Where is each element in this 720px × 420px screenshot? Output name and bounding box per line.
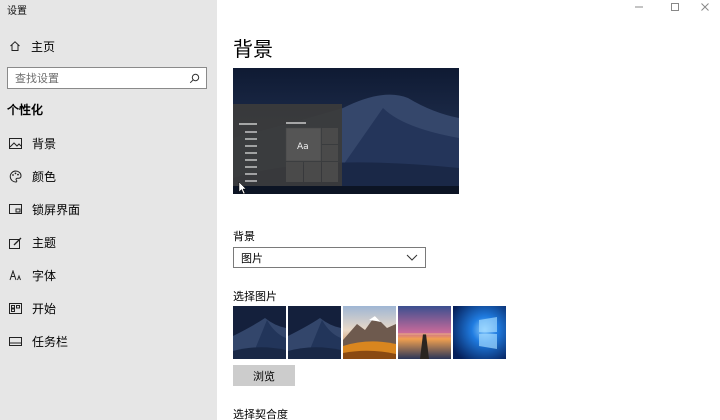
- nav-list: 背景 颜色 锁屏界面 主题 字体 开始 任务栏: [0, 127, 217, 358]
- background-dropdown[interactable]: 图片: [233, 247, 426, 268]
- sidebar-item-lockscreen[interactable]: 锁屏界面: [0, 193, 217, 226]
- sidebar-item-start[interactable]: 开始: [0, 292, 217, 325]
- search-input[interactable]: 查找设置: [15, 70, 188, 86]
- start-icon: [8, 302, 22, 316]
- nav-home-label: 主页: [31, 39, 56, 54]
- close-icon[interactable]: [690, 0, 720, 14]
- background-preview: Aa: [233, 68, 459, 194]
- thumbnail-mountain-sunset[interactable]: [343, 306, 396, 359]
- thumbnail-desert-night-2[interactable]: [288, 306, 341, 359]
- font-icon: [8, 269, 22, 283]
- nav-home[interactable]: 主页: [0, 34, 217, 58]
- app-title: 设置: [7, 6, 27, 17]
- background-label: 背景: [233, 230, 255, 243]
- background-dropdown-value: 图片: [241, 251, 263, 265]
- choose-fit-label: 选择契合度: [233, 408, 288, 420]
- sidebar-item-label: 开始: [32, 302, 57, 316]
- palette-icon: [8, 170, 22, 184]
- thumbnail-pier-sunset[interactable]: [398, 306, 451, 359]
- sidebar-item-background[interactable]: 背景: [0, 127, 217, 160]
- search-icon[interactable]: [188, 72, 200, 84]
- preview-sample-text: Aa: [297, 142, 309, 152]
- theme-brush-icon: [8, 236, 22, 250]
- sidebar-item-fonts[interactable]: 字体: [0, 259, 217, 292]
- home-icon: [8, 39, 22, 53]
- lockscreen-icon: [8, 203, 22, 217]
- section-title: 个性化: [7, 103, 44, 117]
- choose-picture-label: 选择图片: [233, 290, 277, 303]
- page-title: 背景: [233, 37, 273, 61]
- picture-thumbnails: [233, 306, 506, 359]
- thumbnail-desert-night-1[interactable]: [233, 306, 286, 359]
- sidebar-item-taskbar[interactable]: 任务栏: [0, 325, 217, 358]
- sidebar-item-themes[interactable]: 主题: [0, 226, 217, 259]
- sidebar-item-label: 背景: [32, 137, 57, 151]
- search-box[interactable]: 查找设置: [7, 67, 207, 89]
- sidebar: 设置 主页 查找设置 个性化 背景 颜色 锁屏界面 主题 字体 开始 任务栏: [0, 0, 217, 420]
- picture-icon: [8, 137, 22, 151]
- sidebar-item-label: 任务栏: [32, 335, 69, 349]
- sidebar-item-label: 主题: [32, 236, 57, 250]
- minimize-icon[interactable]: [624, 0, 654, 14]
- maximize-icon[interactable]: [660, 0, 690, 14]
- sidebar-item-label: 颜色: [32, 170, 57, 184]
- sidebar-item-label: 字体: [32, 269, 57, 283]
- browse-button[interactable]: 浏览: [233, 365, 295, 386]
- taskbar-icon: [8, 335, 22, 349]
- sidebar-item-colors[interactable]: 颜色: [0, 160, 217, 193]
- sidebar-item-label: 锁屏界面: [32, 203, 81, 217]
- thumbnail-windows-blue[interactable]: [453, 306, 506, 359]
- chevron-down-icon: [405, 253, 419, 263]
